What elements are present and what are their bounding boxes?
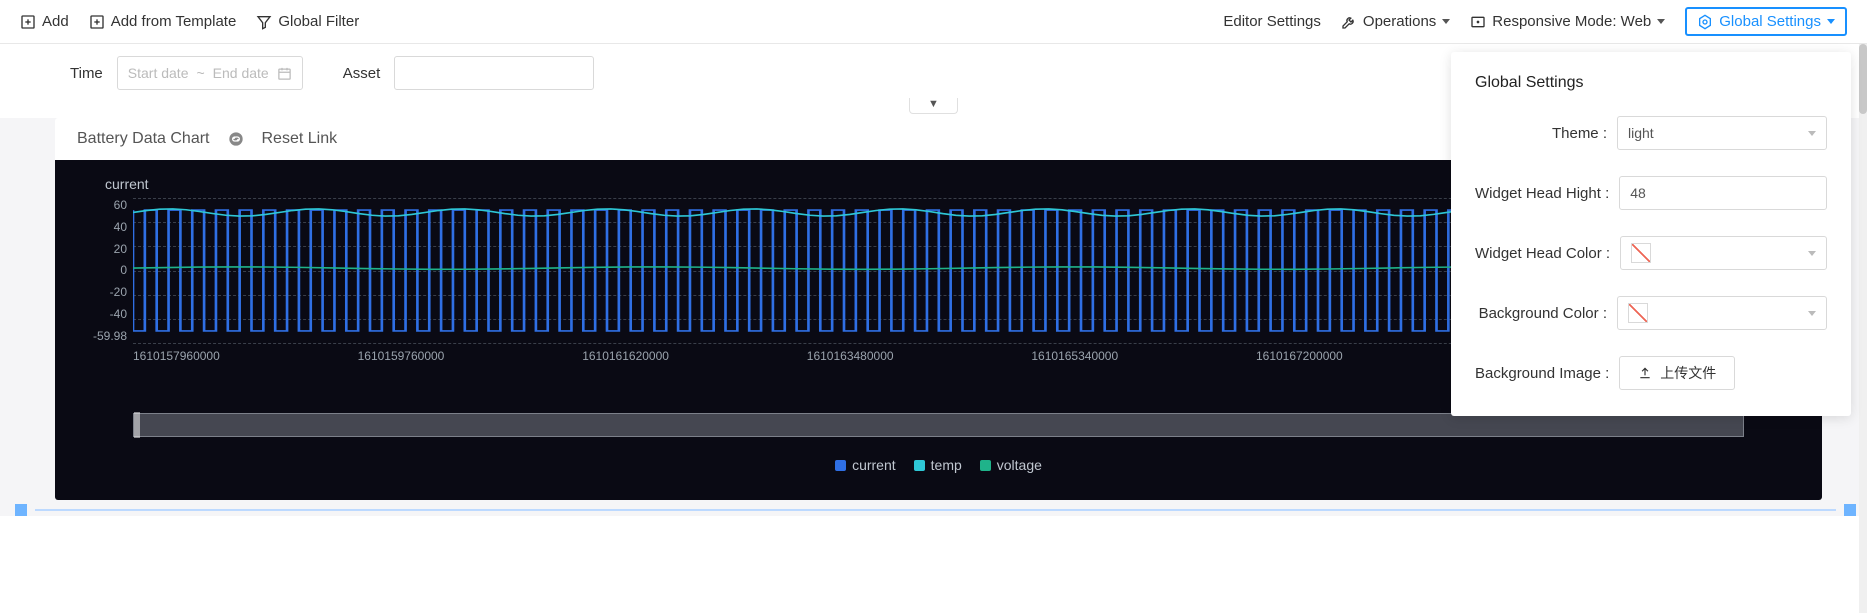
end-date-placeholder: End date [213,65,269,81]
bg-color-label: Background Color : [1479,305,1607,322]
chevron-down-icon [1442,19,1450,24]
bg-image-label: Background Image : [1475,365,1609,382]
global-settings-dropdown[interactable]: Global Settings [1685,7,1847,36]
x-tick: 1610159760000 [358,349,445,363]
bg-image-row: Background Image : 上传文件 [1475,356,1827,390]
add-icon [20,14,36,30]
head-color-label: Widget Head Color : [1475,245,1610,262]
date-range-picker[interactable]: Start date ~ End date [117,56,303,90]
x-tick: 1610161620000 [582,349,669,363]
time-filter-group: Time Start date ~ End date [70,56,303,90]
widget-resize-handles [55,504,1822,516]
global-filter-button[interactable]: Global Filter [256,13,359,30]
theme-select[interactable]: light [1617,116,1827,150]
time-label: Time [70,65,103,82]
chevron-down-icon: ▼ [909,98,958,114]
link-icon [228,131,244,147]
resize-handle-se[interactable] [1844,504,1856,516]
gear-icon [1697,14,1713,30]
settings-panel-title: Global Settings [1475,74,1827,92]
bg-color-picker[interactable] [1617,296,1827,330]
toolbar-left-group: Add Add from Template Global Filter [20,13,359,30]
legend-swatch [980,460,991,471]
x-tick: 1610163480000 [807,349,894,363]
editor-settings-button[interactable]: Editor Settings [1223,13,1321,30]
widget-title: Battery Data Chart [77,130,210,148]
asset-input[interactable] [394,56,594,90]
responsive-icon [1470,14,1486,30]
resize-handle-sw[interactable] [15,504,27,516]
y-axis: 60 40 20 0 -20 -40 -59.98 [85,198,133,343]
theme-value: light [1628,125,1654,141]
legend-item-current[interactable]: current [835,457,896,473]
legend-label: temp [931,457,962,473]
bg-color-row: Background Color : [1475,296,1827,330]
wrench-icon [1341,14,1357,30]
add-button[interactable]: Add [20,13,69,30]
asset-label: Asset [343,65,381,82]
add-from-template-label: Add from Template [111,13,237,30]
empty-color-swatch [1631,243,1651,263]
page-scrollbar[interactable] [1859,44,1867,613]
x-tick: 1610167200000 [1256,349,1343,363]
global-settings-popover: Global Settings Theme : light Widget Hea… [1451,52,1851,416]
operations-dropdown[interactable]: Operations [1341,13,1450,30]
upload-icon [1638,366,1652,380]
operations-label: Operations [1363,13,1436,30]
toolbar-right-group: Editor Settings Operations Responsive Mo… [1223,7,1847,36]
theme-row: Theme : light [1475,116,1827,150]
add-label: Add [42,13,69,30]
asset-filter-group: Asset [343,56,595,90]
y-tick: -59.98 [93,329,127,343]
resize-bar[interactable] [35,509,1836,511]
legend-label: current [852,457,896,473]
y-tick: 20 [114,242,127,256]
upload-button[interactable]: 上传文件 [1619,356,1735,390]
reset-link-label[interactable]: Reset Link [262,130,338,148]
filter-icon [256,14,272,30]
chevron-down-icon [1808,251,1816,256]
scrollbar-thumb[interactable] [1859,44,1867,114]
range-separator: ~ [196,65,204,81]
global-settings-label: Global Settings [1719,13,1821,30]
top-toolbar: Add Add from Template Global Filter Edit… [0,0,1867,44]
add-template-icon [89,14,105,30]
global-filter-label: Global Filter [278,13,359,30]
upload-label: 上传文件 [1660,363,1716,383]
chevron-down-icon [1808,311,1816,316]
y-tick: -20 [110,285,127,299]
chevron-down-icon [1827,19,1835,24]
data-zoom-slider[interactable] [133,413,1744,437]
calendar-icon [277,66,292,81]
add-from-template-button[interactable]: Add from Template [89,13,237,30]
chart-legend: current temp voltage [85,457,1792,473]
legend-swatch [835,460,846,471]
responsive-mode-label: Responsive Mode: Web [1492,13,1651,30]
y-tick: 60 [114,198,127,212]
chevron-down-icon [1657,19,1665,24]
x-tick: 1610157960000 [133,349,220,363]
head-height-value: 48 [1630,185,1646,201]
chevron-down-icon [1808,131,1816,136]
head-color-row: Widget Head Color : [1475,236,1827,270]
legend-item-temp[interactable]: temp [914,457,962,473]
legend-item-voltage[interactable]: voltage [980,457,1042,473]
x-tick: 1610165340000 [1031,349,1118,363]
theme-label: Theme : [1552,125,1607,142]
start-date-placeholder: Start date [128,65,189,81]
head-height-label: Widget Head Hight : [1475,185,1609,202]
empty-color-swatch [1628,303,1648,323]
y-tick: -40 [110,307,127,321]
editor-settings-label: Editor Settings [1223,13,1321,30]
head-height-input[interactable]: 48 [1619,176,1827,210]
head-height-row: Widget Head Hight : 48 [1475,176,1827,210]
y-tick: 40 [114,220,127,234]
responsive-mode-dropdown[interactable]: Responsive Mode: Web [1470,13,1665,30]
legend-swatch [914,460,925,471]
data-zoom-handle[interactable] [134,412,140,438]
y-tick: 0 [120,263,127,277]
head-color-picker[interactable] [1620,236,1827,270]
legend-label: voltage [997,457,1042,473]
